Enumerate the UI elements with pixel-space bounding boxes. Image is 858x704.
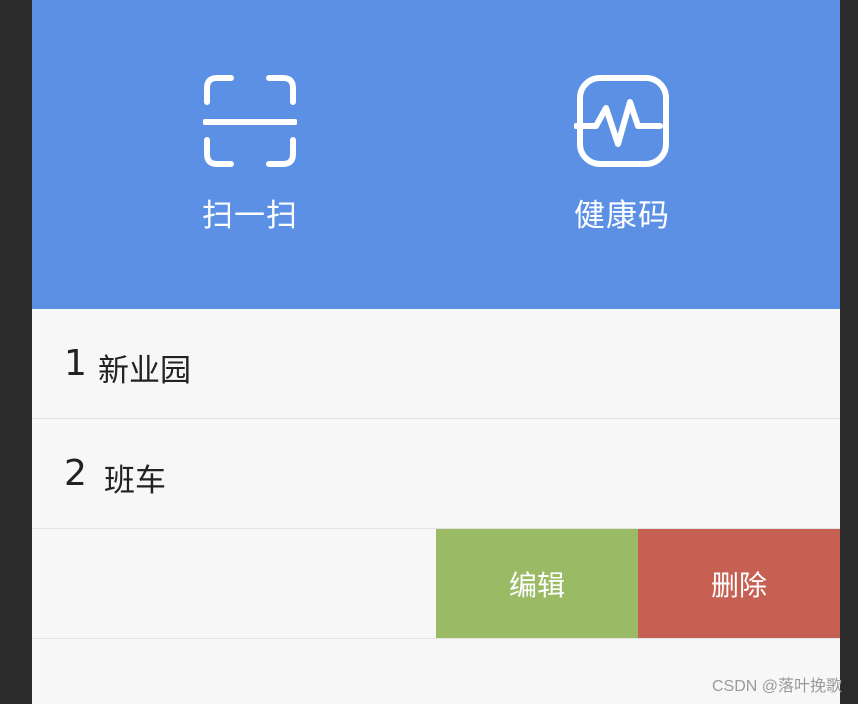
delete-button-label: 删除 [710,568,767,602]
list-item-number: 2 [64,453,87,494]
watermark: CSDN @落叶挽歌 [711,678,842,695]
health-code-button[interactable]: 健康码 [522,74,722,235]
edit-button-label: 编辑 [508,568,565,602]
header-banner: 扫一扫 健康码 [32,0,840,309]
list-item-text: 班车 [104,463,166,499]
list-item[interactable]: 2 班车 [32,419,840,529]
list-item[interactable]: 1 新业园 [32,309,840,419]
health-code-label: 健康码 [574,198,670,234]
delete-button[interactable]: 删除 [638,529,840,638]
scan-label: 扫一扫 [202,198,298,234]
app-screen: 扫一扫 健康码 1 新业园 2 班车 编辑 删除 [32,0,840,704]
scan-icon [203,74,297,168]
list-item-number: 1 [64,343,87,384]
edit-button[interactable]: 编辑 [436,529,638,638]
swiped-list-item[interactable]: 编辑 删除 [32,529,840,639]
list-item-text: 新业园 [98,353,191,389]
health-code-icon [574,74,670,168]
scan-button[interactable]: 扫一扫 [150,74,350,235]
